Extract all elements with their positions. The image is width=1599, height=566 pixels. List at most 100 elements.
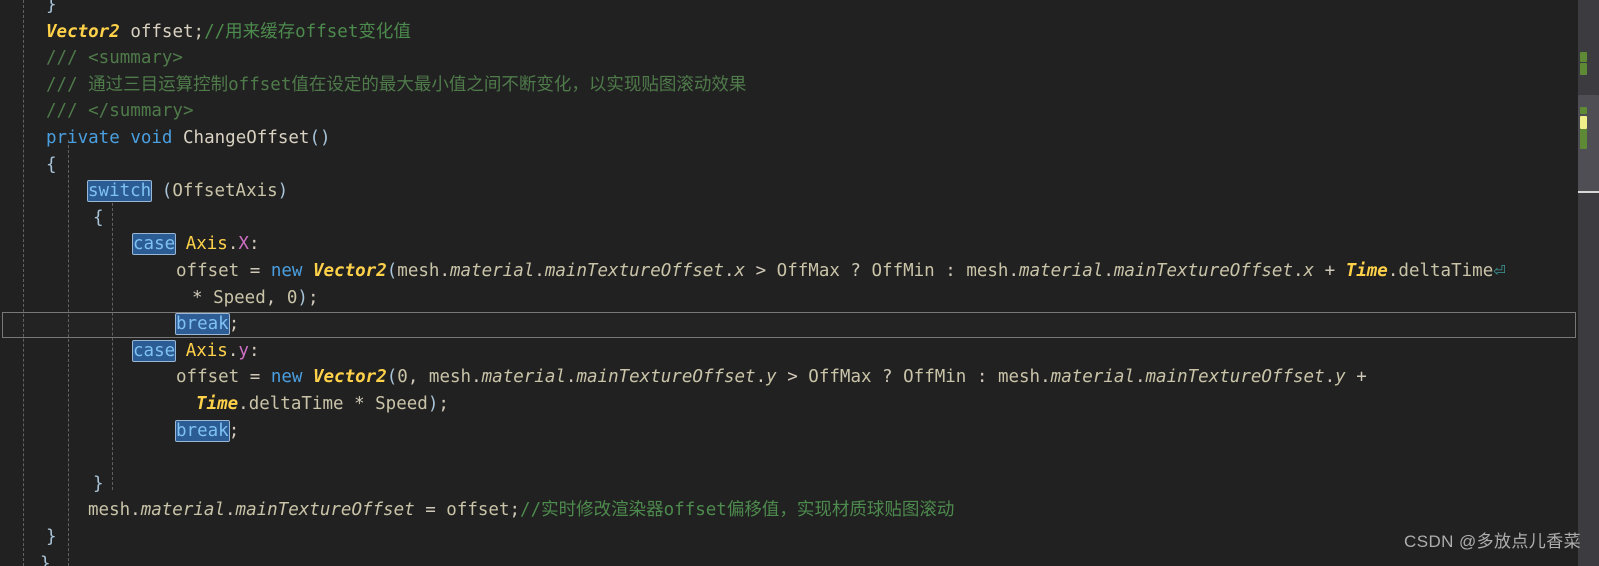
code-token: ;	[228, 314, 240, 335]
code-token: .	[1008, 261, 1020, 281]
code-token: .	[1134, 367, 1146, 388]
code-token: .	[534, 261, 545, 281]
code-token: (	[386, 367, 398, 388]
code-line[interactable]: }	[0, 471, 104, 498]
code-token: offset	[176, 261, 240, 281]
code-line[interactable]: Vector2 offset;//用来缓存offset变化值	[0, 19, 411, 46]
code-token: material	[1050, 367, 1135, 388]
code-token: .	[1040, 367, 1051, 388]
code-line[interactable]: break;	[0, 418, 239, 445]
csdn-watermark: CSDN @多放点儿香菜	[1404, 532, 1581, 552]
code-token: .	[471, 367, 482, 388]
scrollbar-cursor-position-marker	[1578, 191, 1599, 193]
code-line[interactable]: Time.deltaTime * Speed);	[0, 391, 449, 418]
code-line[interactable]: /// </summary>	[0, 98, 194, 125]
code-token: {	[93, 207, 104, 228]
code-token: >	[745, 261, 777, 281]
code-line[interactable]: {	[0, 152, 57, 179]
code-token: .	[1293, 261, 1304, 281]
code-line[interactable]: break;	[0, 311, 239, 338]
code-token: ,	[407, 367, 429, 388]
code-token: private	[46, 128, 120, 148]
code-token: ;	[193, 21, 205, 42]
code-token: .	[130, 500, 141, 521]
code-token: Axis	[185, 234, 228, 255]
code-token: .	[225, 500, 236, 521]
code-token: Time	[1345, 261, 1388, 281]
code-token: )	[297, 287, 308, 308]
code-token: material	[1019, 261, 1104, 281]
code-token: //用来缓存offset变化值	[204, 21, 411, 42]
scrollbar-change-marker-1[interactable]	[1580, 63, 1587, 75]
code-token: mainTextureOffset	[1145, 367, 1325, 388]
code-token: .	[227, 234, 239, 255]
code-line[interactable]: offset = new Vector2(mesh.material.mainT…	[0, 258, 1506, 285]
code-token: ,	[265, 287, 287, 308]
code-token: mesh	[997, 367, 1041, 388]
code-line[interactable]: offset = new Vector2(0, mesh.material.ma…	[0, 364, 1367, 391]
code-token: .	[238, 394, 249, 414]
code-token: (	[386, 261, 398, 281]
code-token: OffsetAxis	[172, 181, 278, 202]
code-token: Vector2	[312, 261, 387, 281]
code-line[interactable]: private void ChangeOffset()	[0, 125, 331, 152]
code-editor[interactable]: } Vector2 offset;//用来缓存offset变化值/// <summ…	[0, 0, 1599, 566]
editor-scrollbar[interactable]	[1578, 0, 1599, 566]
code-token: .	[1387, 261, 1399, 281]
code-line[interactable]: }	[0, 0, 57, 19]
code-token: OffMax	[776, 261, 840, 281]
code-token: /// </summary>	[46, 101, 194, 122]
code-token: mesh	[966, 261, 1009, 281]
code-token: {	[46, 154, 57, 175]
code-token: /// <summary>	[46, 48, 183, 69]
code-token: ;	[228, 420, 240, 441]
code-token: Axis	[185, 340, 228, 361]
code-token: new	[270, 261, 303, 281]
code-line[interactable]: case Axis.y:	[0, 338, 260, 365]
code-line[interactable]: case Axis.X:	[0, 231, 260, 258]
scrollbar-change-marker-0[interactable]	[1580, 52, 1587, 62]
scrollbar-change-marker-3[interactable]	[1580, 116, 1587, 129]
scrollbar-change-marker-4[interactable]	[1580, 129, 1587, 149]
code-line[interactable]	[0, 444, 176, 471]
code-token: mesh	[397, 261, 440, 281]
code-line[interactable]: {	[0, 205, 104, 232]
code-token: :	[966, 367, 998, 388]
code-line[interactable]: mesh.material.mainTextureOffset = offset…	[0, 497, 954, 524]
code-line[interactable]: }	[0, 551, 51, 566]
code-token: offset	[446, 500, 510, 521]
code-token: mainTextureOffset	[576, 367, 756, 388]
code-token: offset	[130, 21, 194, 42]
code-line[interactable]: /// 通过三目运算控制offset值在设定的最大最小值之间不断变化，以实现贴图…	[0, 72, 746, 99]
code-token: switch	[86, 180, 153, 203]
code-token: .	[723, 261, 735, 281]
code-token: +	[1345, 367, 1367, 388]
code-line[interactable]: }	[0, 524, 57, 551]
code-line[interactable]: * Speed, 0);	[0, 285, 318, 312]
code-token: mainTextureOffset	[544, 261, 724, 281]
code-line[interactable]: switch (OffsetAxis)	[0, 178, 288, 205]
code-token: Speed	[213, 287, 266, 308]
code-token: .	[1103, 261, 1114, 281]
code-token: )	[277, 181, 289, 202]
code-token: =	[239, 261, 271, 281]
code-token: (	[161, 181, 173, 202]
code-token: Speed	[375, 394, 428, 414]
code-line[interactable]: /// <summary>	[0, 45, 183, 72]
code-token: 0	[397, 367, 408, 388]
code-token: mesh	[428, 367, 472, 388]
code-token: :	[934, 261, 967, 281]
scrollbar-change-marker-2[interactable]	[1580, 107, 1587, 114]
code-token: .	[439, 261, 450, 281]
code-token: deltaTime	[1398, 261, 1494, 281]
code-token: +	[1314, 261, 1346, 281]
code-token: OffMin	[903, 367, 967, 388]
code-token: .	[755, 367, 767, 388]
code-token: material	[450, 261, 535, 281]
code-token: ?	[839, 261, 872, 281]
